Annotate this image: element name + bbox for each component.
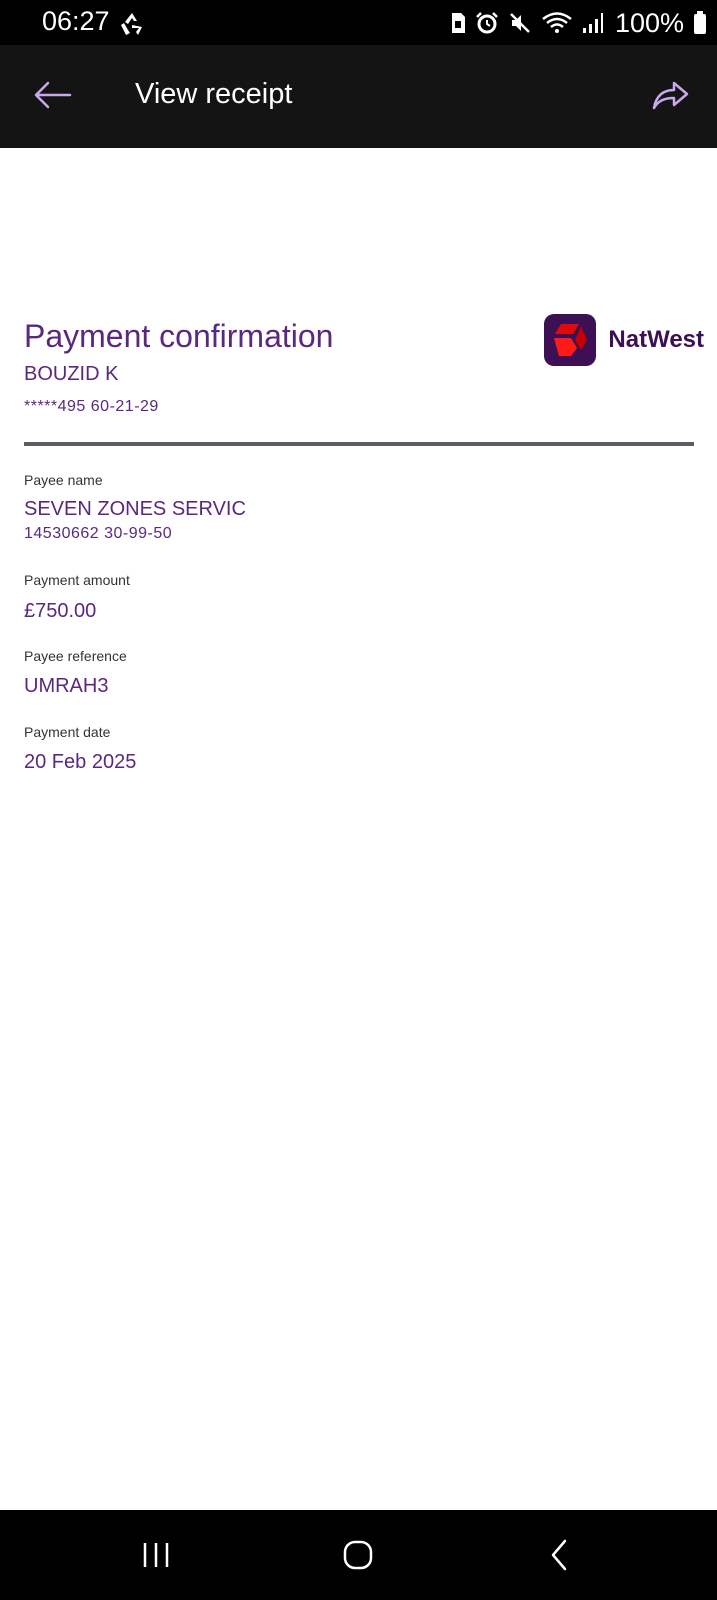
share-button[interactable] [649,73,693,117]
alarm-icon [476,12,498,34]
payment-amount-value: £750.00 [24,600,97,622]
signal-icon [582,13,603,33]
payee-reference-value: UMRAH3 [24,675,109,697]
status-bar: 06:27 100% [0,0,717,45]
wifi-icon [542,12,572,33]
recents-icon [143,1543,169,1567]
payee-account-value: 14530662 30-99-50 [24,525,173,542]
brand-name: NatWest [608,326,704,353]
brand: NatWest [544,314,704,366]
battery-percent: 100% [614,7,684,38]
status-time: 06:27 [42,6,110,36]
status-icons: 100% [450,7,707,39]
sim-icon [451,13,465,33]
account-number: *****495 60-21-29 [24,398,159,415]
recycle-icon [121,13,142,35]
payment-amount-label: Payment amount [24,572,130,588]
home-button[interactable] [328,1530,388,1580]
payment-date-value: 20 Feb 2025 [24,751,137,773]
payee-name-label: Payee name [24,472,103,488]
share-icon [652,81,689,110]
payee-reference-label: Payee reference [24,648,127,664]
receipt-heading: Payment confirmation [24,318,334,354]
system-nav-bar [0,1510,717,1600]
home-icon [343,1540,373,1570]
natwest-logo-icon [544,314,597,366]
battery-icon [694,11,706,34]
arrow-left-icon [34,81,72,109]
divider [24,442,694,446]
recents-button[interactable] [126,1530,186,1580]
payment-date-label: Payment date [24,724,111,740]
mute-icon [510,13,530,33]
back-button[interactable] [30,73,74,117]
back-icon [551,1539,567,1571]
app-bar: View receipt [0,45,717,148]
payee-name-value: SEVEN ZONES SERVIC [24,498,246,520]
system-back-button[interactable] [529,1530,589,1580]
account-name: BOUZID K [24,363,119,385]
page-title: View receipt [135,78,293,110]
